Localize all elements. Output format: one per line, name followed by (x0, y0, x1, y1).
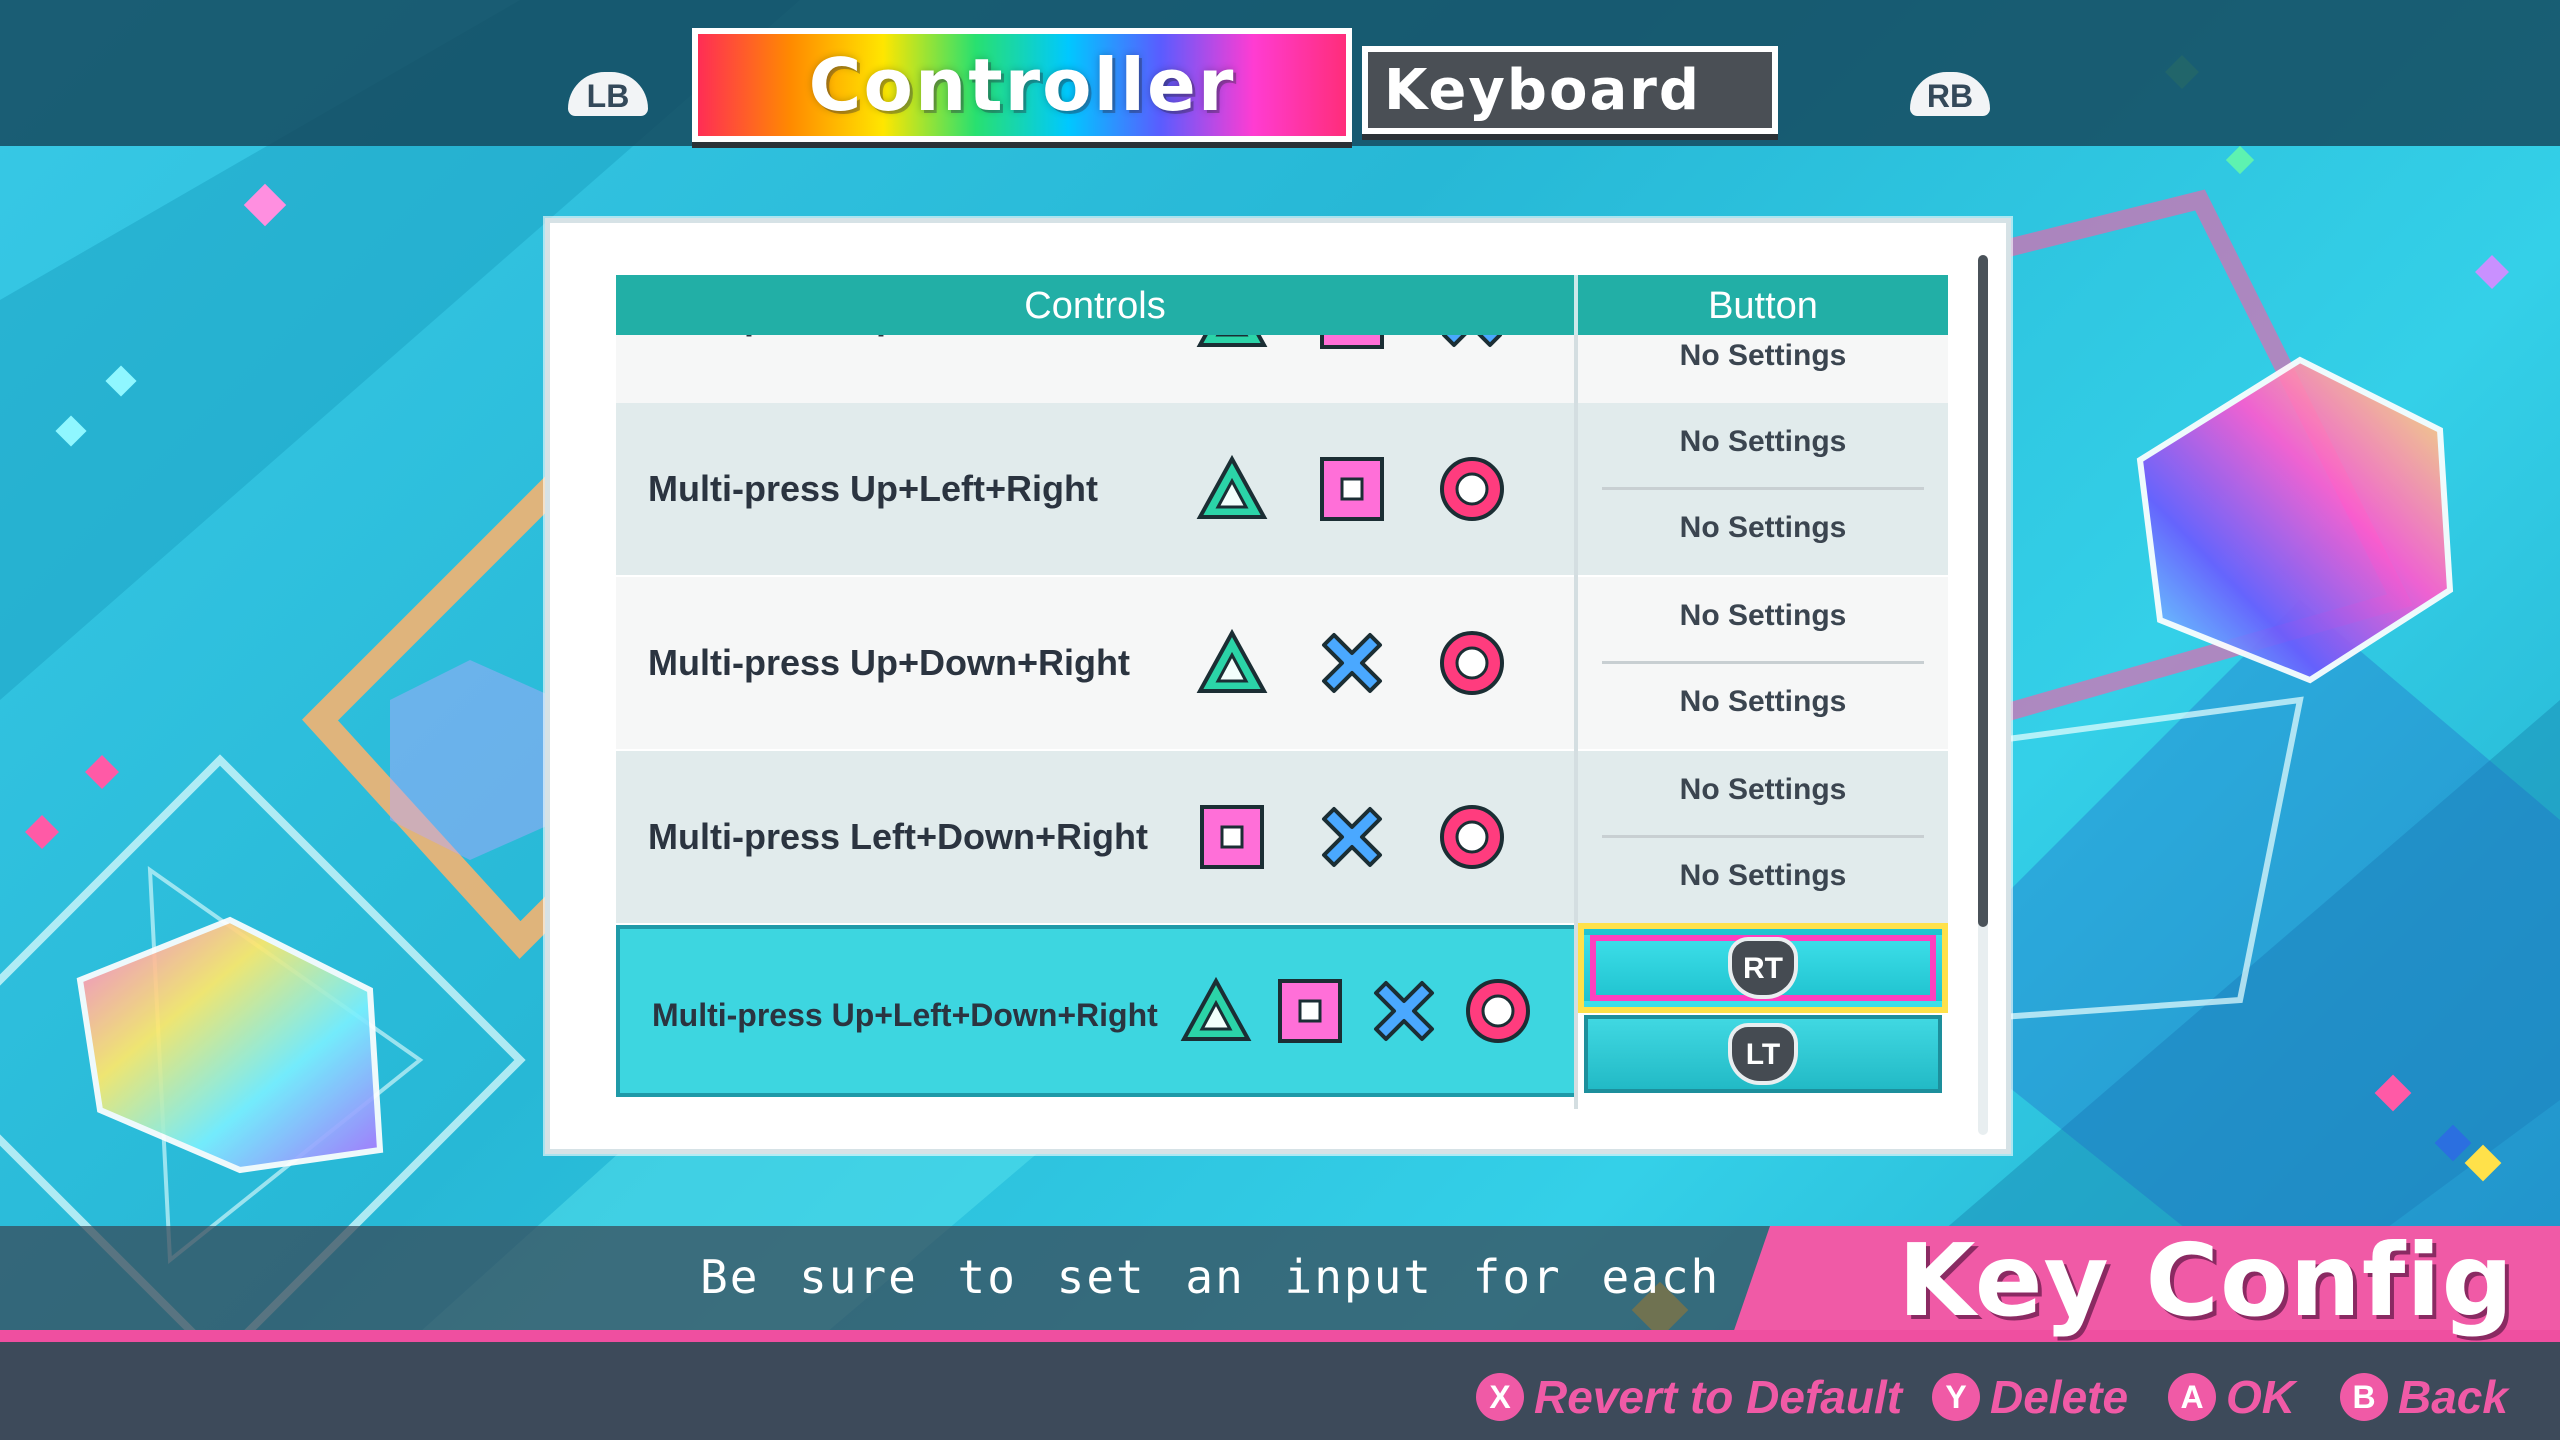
lt-trigger-icon: LT (1732, 1027, 1794, 1081)
delete-button[interactable]: Y Delete (1932, 1370, 2128, 1424)
circle-icon (1434, 799, 1510, 875)
ok-label: OK (2226, 1371, 2295, 1423)
cross-icon (1314, 625, 1390, 701)
column-divider (1574, 335, 1578, 1109)
back-label: Back (2398, 1371, 2508, 1423)
row-label: Multi-press Up+Left+Right (648, 468, 1099, 509)
no-settings-label: No Settings (1679, 599, 1847, 632)
row-button-cell: RT LT (1578, 925, 1948, 1097)
screen-title: Key Config (1898, 1222, 2515, 1339)
row-controls-cell: Multi-press Up+Down+Right (616, 577, 1574, 749)
row-label: Multi-press Left+Down+Right (648, 816, 1149, 857)
square-icon (1314, 451, 1390, 527)
cell-divider (1602, 661, 1924, 664)
button-slot-1[interactable]: RT (1584, 929, 1942, 1007)
cross-icon (1366, 973, 1442, 1049)
row-label: Multi-press Up+Down+Right (648, 642, 1131, 683)
row-button-cell[interactable]: No Settings No Settings (1578, 751, 1948, 923)
back-button[interactable]: B Back (2340, 1370, 2508, 1424)
no-settings-label: No Settings (1679, 511, 1847, 544)
ok-button[interactable]: A OK (2168, 1370, 2295, 1424)
no-settings-label: No Settings (1679, 859, 1847, 892)
row-label: Multi-press Up+Left+Down+Right (652, 997, 1158, 1033)
row-controls-cell: Multi-press Up+Left+Down+Right (616, 925, 1574, 1097)
circle-icon (1434, 451, 1510, 527)
no-settings-label: No Settings (1679, 339, 1847, 372)
x-button-icon: X (1476, 1373, 1524, 1421)
triangle-icon (1178, 973, 1254, 1049)
tab-controller-label: Controller (808, 43, 1236, 127)
no-settings-label: No Settings (1679, 685, 1847, 718)
table-header: Controls Button (616, 275, 1948, 335)
tab-controller[interactable]: Controller (692, 28, 1352, 142)
triangle-icon (1194, 625, 1270, 701)
row-button-cell[interactable]: No Settings No Settings (1578, 403, 1948, 575)
button-slot-2[interactable]: LT (1584, 1015, 1942, 1093)
controls-table: Controls Button Multi-press Up+Left+Down… (616, 275, 1948, 1109)
table-row-selected[interactable]: Multi-press Up+Left+Down+Right RT LT (616, 925, 1948, 1097)
revert-to-default-button[interactable]: X Revert to Default (1476, 1370, 1902, 1424)
scrollbar[interactable] (1978, 255, 1988, 1135)
no-settings-label: No Settings (1679, 425, 1847, 458)
b-button-icon: B (2340, 1373, 2388, 1421)
square-icon (1272, 973, 1348, 1049)
cell-divider (1602, 835, 1924, 838)
revert-label: Revert to Default (1534, 1371, 1903, 1423)
circle-icon (1434, 625, 1510, 701)
no-settings-label: No Settings (1679, 773, 1847, 806)
square-icon (1194, 799, 1270, 875)
key-config-panel: Controls Button Multi-press Up+Left+Down… (545, 218, 2011, 1154)
cell-divider (1602, 487, 1924, 490)
table-row[interactable]: Multi-press Up+Down+Right No Settings No… (616, 577, 1948, 749)
a-button-icon: A (2168, 1373, 2216, 1421)
circle-icon (1460, 973, 1536, 1049)
table-row[interactable]: Multi-press Up+Left+Right No Settings No… (616, 403, 1948, 575)
row-controls-cell: Multi-press Up+Left+Right (616, 403, 1574, 575)
tab-keyboard-label: Keyboard (1384, 57, 1701, 123)
scrollbar-thumb[interactable] (1978, 255, 1988, 927)
cross-icon (1314, 799, 1390, 875)
header-controls: Controls (1024, 285, 1166, 327)
y-button-icon: Y (1932, 1373, 1980, 1421)
triangle-icon (1194, 451, 1270, 527)
delete-label: Delete (1990, 1371, 2129, 1423)
row-button-cell[interactable]: No Settings No Settings (1578, 577, 1948, 749)
header-button: Button (1708, 285, 1818, 327)
row-controls-cell: Multi-press Left+Down+Right (616, 751, 1574, 923)
rt-trigger-icon: RT (1732, 941, 1794, 995)
table-row[interactable]: Multi-press Left+Down+Right No Settings … (616, 751, 1948, 923)
tab-keyboard[interactable]: Keyboard (1362, 46, 1778, 134)
